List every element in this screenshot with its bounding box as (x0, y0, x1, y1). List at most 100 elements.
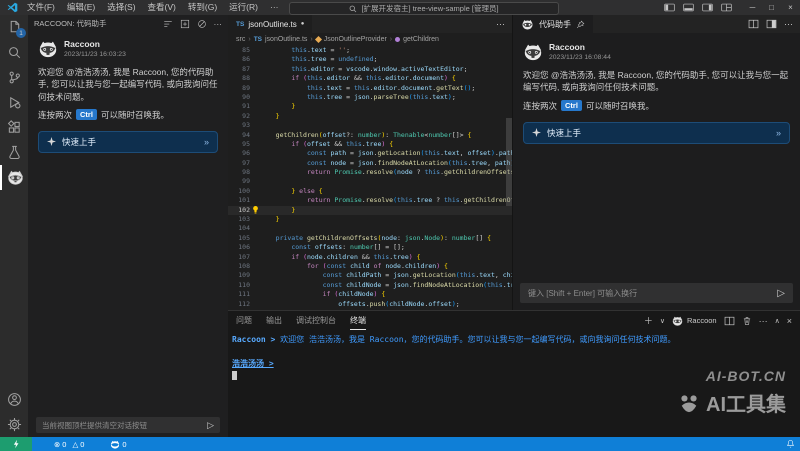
code-line[interactable]: 112 offsets.push(childNode.offset); (228, 300, 512, 309)
breadcrumb-class[interactable]: JsonOutlineProvider (324, 36, 387, 43)
warning-icon: △ (72, 440, 78, 449)
command-center[interactable]: [扩展开发宿主] tree-view-sample [管理员] (289, 2, 559, 15)
tab-output[interactable]: 输出 (266, 312, 282, 330)
new-conversation-icon[interactable] (180, 19, 190, 29)
sidebar-item-search[interactable] (0, 40, 28, 65)
notifications-button[interactable] (786, 439, 800, 449)
code-line[interactable]: 105 private getChildrenOffsets(node: jso… (228, 234, 512, 243)
code-line[interactable]: 86 this.tree = undefined; (228, 55, 512, 64)
sidebar-item-raccoon[interactable] (0, 165, 28, 190)
sidebar-item-testing[interactable] (0, 140, 28, 165)
send-icon[interactable]: ▷ (207, 420, 214, 431)
remote-indicator[interactable] (0, 437, 32, 451)
code-line[interactable]: 103 } (228, 215, 512, 224)
code-line[interactable]: 107 if (node.children && this.tree) { (228, 253, 512, 262)
breadcrumb-file[interactable]: jsonOutline.ts (265, 36, 307, 43)
line-number: 96 (228, 149, 250, 158)
code-line[interactable]: 87 this.editor = vscode.window.activeTex… (228, 65, 512, 74)
code-line[interactable]: 109 const childPath = json.getLocation(t… (228, 271, 512, 280)
line-number: 102 (228, 206, 250, 215)
tab-terminal[interactable]: 终端 (350, 312, 366, 330)
account-button[interactable] (0, 387, 28, 412)
customize-layout-icon[interactable] (717, 0, 736, 15)
menu-go[interactable]: 转到(G) (183, 0, 222, 15)
menu-run[interactable]: 运行(R) (224, 0, 263, 15)
code-line[interactable]: 111 if (childNode) { (228, 290, 512, 299)
tab-jsonoutline[interactable]: TS jsonOutline.ts ● (228, 15, 312, 33)
minimize-icon[interactable]: ─ (743, 0, 762, 15)
code-line[interactable]: 95 if (offset && this.tree) { (228, 140, 512, 149)
code-line[interactable]: 101 return Promise.resolve(this.tree ? t… (228, 196, 512, 205)
modified-dot-icon[interactable]: ● (301, 21, 305, 27)
split-terminal-icon[interactable] (724, 316, 735, 326)
code-line[interactable]: 85 this.text = ''; (228, 46, 512, 55)
sidebar-item-run-debug[interactable] (0, 90, 28, 115)
toggle-sidebar-icon[interactable] (660, 0, 679, 15)
clear-conversation-icon[interactable] (163, 19, 173, 29)
breadcrumb-src[interactable]: src (236, 36, 245, 43)
search-icon (349, 5, 357, 13)
maximize-icon[interactable]: □ (762, 0, 781, 15)
editor-more-actions-icon[interactable]: ··· (496, 19, 505, 29)
split-editor-icon[interactable] (748, 19, 759, 29)
toggle-secondary-sidebar-icon[interactable] (698, 0, 717, 15)
code-line[interactable]: 110 const childNode = json.findNodeAtLoc… (228, 281, 512, 290)
code-line[interactable]: 96 const path = json.getLocation(this.te… (228, 149, 512, 158)
breadcrumb-method[interactable]: getChildren (403, 36, 439, 43)
terminal-dropdown-icon[interactable]: ∨ (660, 317, 665, 325)
menu-edit[interactable]: 编辑(E) (62, 0, 100, 15)
code-editor[interactable]: 85 this.text = '';86 this.tree = undefin… (228, 46, 512, 310)
code-line[interactable]: 108 for (const child of node.children) { (228, 262, 512, 271)
code-line[interactable]: 88 if (this.editor && this.editor.docume… (228, 74, 512, 83)
code-line[interactable]: 90 this.tree = json.parseTree(this.text)… (228, 93, 512, 102)
menu-more[interactable]: ··· (265, 0, 284, 15)
sidebar-chat-input[interactable]: 当前视图顶栏提供清空对话按钮 ▷ (36, 417, 220, 433)
tab-problems[interactable]: 问题 (236, 312, 252, 330)
toggle-layout-icon[interactable] (766, 19, 777, 29)
quick-start-button[interactable]: 快速上手 » (523, 122, 790, 144)
panel-more-actions-icon[interactable]: ··· (759, 316, 768, 326)
new-terminal-icon[interactable]: ＋ (644, 314, 653, 327)
code-line[interactable]: 99 (228, 177, 512, 186)
problems-status[interactable]: ⊗ 0 △ 0 (50, 440, 88, 449)
toggle-panel-icon[interactable] (679, 0, 698, 15)
close-panel-icon[interactable]: × (787, 316, 792, 326)
code-line[interactable]: 92 } (228, 112, 512, 121)
menu-file[interactable]: 文件(F) (22, 0, 60, 15)
code-line[interactable]: 98 return Promise.resolve(node ? this.ge… (228, 168, 512, 177)
raccoon-status[interactable]: 0 (106, 440, 130, 449)
menu-view[interactable]: 查看(V) (143, 0, 181, 15)
tab-debug-console[interactable]: 调试控制台 (296, 312, 336, 330)
code-line[interactable]: 89 this.text = this.editor.document.getT… (228, 84, 512, 93)
code-line[interactable]: 91 } (228, 102, 512, 111)
sidebar-raccoon: RACCOON: 代码助手 ··· Raccoon 2023/11/23 16:… (28, 15, 229, 437)
sidebar-item-explorer[interactable]: 1 (0, 15, 28, 40)
tab-assistant[interactable]: 代码助手 (513, 15, 593, 33)
stop-icon[interactable] (197, 19, 207, 29)
menu-selection[interactable]: 选择(S) (102, 0, 140, 15)
quick-start-button[interactable]: 快速上手 » (38, 131, 218, 153)
code-line[interactable]: 94 getChildren(offset?: number): Thenabl… (228, 131, 512, 140)
code-line[interactable]: 97 const node = json.findNodeAtLocation(… (228, 159, 512, 168)
code-line[interactable]: 102 } (228, 206, 512, 215)
sidebar-item-extensions[interactable] (0, 115, 28, 140)
code-line[interactable]: 100 } else { (228, 187, 512, 196)
maximize-panel-icon[interactable]: ∧ (775, 317, 780, 325)
code-line[interactable]: 104 (228, 224, 512, 233)
assistant-more-actions-icon[interactable]: ··· (784, 19, 793, 29)
sidebar-item-source-control[interactable] (0, 65, 28, 90)
line-number: 89 (228, 84, 250, 93)
code-line[interactable]: 106 const offsets: number[] = []; (228, 243, 512, 252)
warning-count: 0 (80, 440, 84, 449)
account-icon (7, 392, 22, 407)
settings-button[interactable] (0, 412, 28, 437)
assistant-chat-input[interactable]: 键入 [Shift + Enter] 可输入换行 ▷ (520, 283, 793, 303)
lightbulb-icon[interactable] (250, 206, 260, 214)
close-icon[interactable]: × (781, 0, 800, 15)
code-line[interactable]: 93 (228, 121, 512, 130)
pin-icon[interactable] (576, 20, 585, 29)
terminal-profile[interactable]: Raccoon (672, 316, 717, 326)
kill-terminal-icon[interactable] (742, 316, 752, 326)
send-icon[interactable]: ▷ (777, 288, 785, 299)
more-actions-icon[interactable]: ··· (214, 19, 223, 29)
